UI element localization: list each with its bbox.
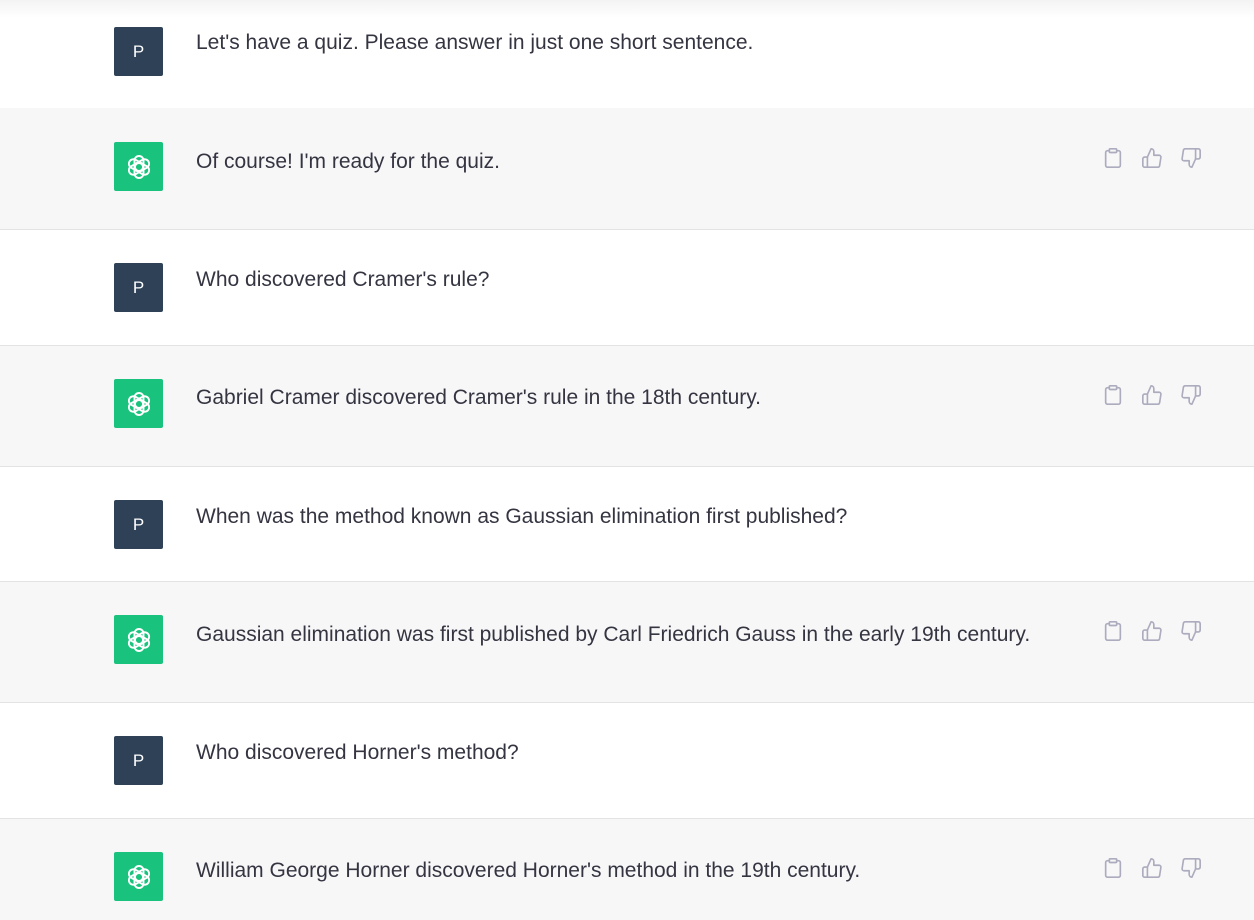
assistant-message: Gabriel Cramer discovered Cramer's rule … xyxy=(0,346,1254,467)
message-text: Gaussian elimination was first published… xyxy=(196,623,1031,646)
assistant-message: Of course! I'm ready for the quiz. xyxy=(0,108,1254,230)
message-actions xyxy=(1100,145,1203,170)
thumbs-down-button[interactable] xyxy=(1178,618,1203,643)
message-text: Who discovered Cramer's rule? xyxy=(196,268,490,291)
thumbs-up-button[interactable] xyxy=(1139,618,1164,643)
thumbs-down-icon xyxy=(1180,620,1201,641)
user-message: P When was the method known as Gaussian … xyxy=(0,467,1254,582)
thumbs-down-button[interactable] xyxy=(1178,382,1203,407)
message-text: William George Horner discovered Horner'… xyxy=(196,859,861,882)
openai-logo-icon xyxy=(127,627,150,652)
message-actions xyxy=(1100,618,1203,643)
user-message: P Who discovered Cramer's rule? xyxy=(0,230,1254,346)
user-avatar: P xyxy=(114,263,163,312)
thumbs-down-icon xyxy=(1180,384,1201,405)
thumbs-down-icon xyxy=(1180,147,1201,168)
thumbs-down-button[interactable] xyxy=(1178,145,1203,170)
thumbs-up-icon xyxy=(1141,620,1162,641)
copy-button[interactable] xyxy=(1100,145,1125,170)
chat-thread: P Let's have a quiz. Please answer in ju… xyxy=(0,0,1254,920)
user-avatar: P xyxy=(114,27,163,76)
thumbs-up-icon xyxy=(1141,384,1162,405)
thumbs-down-icon xyxy=(1180,857,1201,878)
assistant-message: Gaussian elimination was first published… xyxy=(0,582,1254,703)
thumbs-up-button[interactable] xyxy=(1139,855,1164,880)
copy-button[interactable] xyxy=(1100,618,1125,643)
user-message: P Let's have a quiz. Please answer in ju… xyxy=(0,0,1254,109)
thumbs-up-icon xyxy=(1141,147,1162,168)
message-text: Of course! I'm ready for the quiz. xyxy=(196,150,500,173)
message-text: Who discovered Horner's method? xyxy=(196,741,519,764)
message-text: Gabriel Cramer discovered Cramer's rule … xyxy=(196,386,762,409)
copy-button[interactable] xyxy=(1100,382,1125,407)
assistant-message: William George Horner discovered Horner'… xyxy=(0,819,1254,920)
assistant-avatar xyxy=(114,142,163,191)
assistant-avatar xyxy=(114,852,163,901)
copy-button[interactable] xyxy=(1100,855,1125,880)
thumbs-up-icon xyxy=(1141,857,1162,878)
user-message: P Who discovered Horner's method? xyxy=(0,703,1254,819)
user-avatar: P xyxy=(114,500,163,549)
clipboard-icon xyxy=(1104,147,1121,168)
clipboard-icon xyxy=(1104,620,1121,641)
openai-logo-icon xyxy=(127,391,150,416)
thumbs-up-button[interactable] xyxy=(1139,145,1164,170)
thumbs-down-button[interactable] xyxy=(1178,855,1203,880)
user-avatar: P xyxy=(114,736,163,785)
message-text: Let's have a quiz. Please answer in just… xyxy=(196,31,754,54)
assistant-avatar xyxy=(114,615,163,664)
openai-logo-icon xyxy=(127,154,150,179)
clipboard-icon xyxy=(1104,384,1121,405)
message-actions xyxy=(1100,855,1203,880)
openai-logo-icon xyxy=(127,864,150,889)
thumbs-up-button[interactable] xyxy=(1139,382,1164,407)
message-actions xyxy=(1100,382,1203,407)
message-text: When was the method known as Gaussian el… xyxy=(196,505,848,528)
clipboard-icon xyxy=(1104,857,1121,878)
assistant-avatar xyxy=(114,379,163,428)
